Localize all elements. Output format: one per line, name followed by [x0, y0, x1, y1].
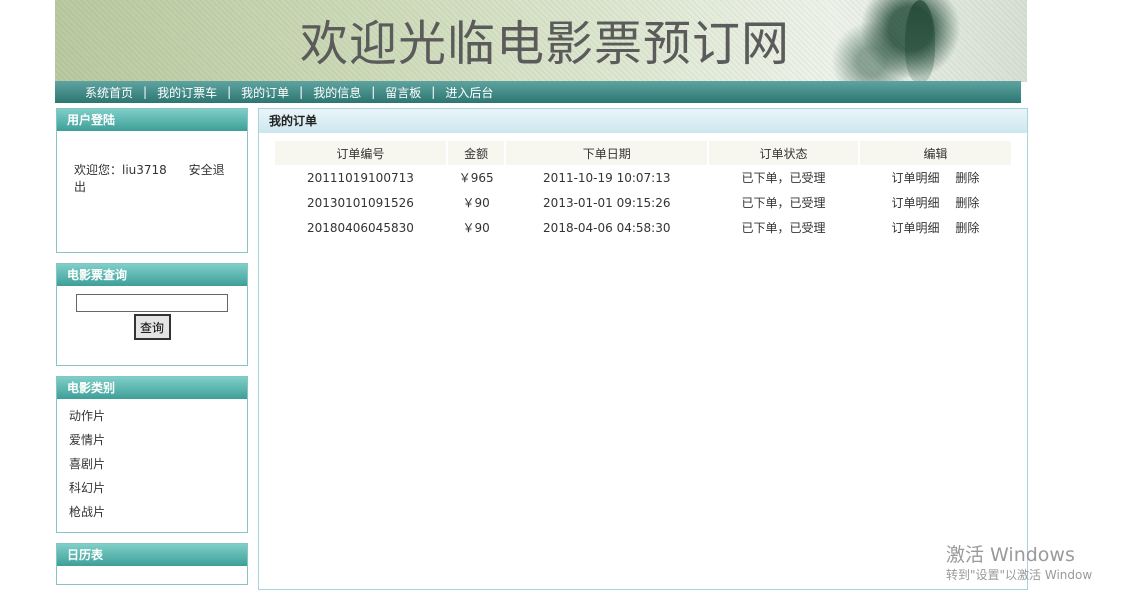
order-id: 20130101091526: [306, 195, 414, 210]
order-delete-link[interactable]: 删除: [955, 196, 979, 210]
category-item-comedy[interactable]: 喜剧片: [69, 455, 247, 479]
category-item-action[interactable]: 动作片: [69, 407, 247, 431]
nav-separator: |: [371, 85, 376, 99]
order-status: 已下单，已受理: [741, 221, 826, 235]
category-item-romance[interactable]: 爱情片: [69, 431, 247, 455]
search-input[interactable]: [76, 294, 228, 312]
orders-table: 订单编号 金额 下单日期 订单状态 编辑 20111019100713 ￥965…: [273, 141, 1013, 240]
nav-item-message-board[interactable]: 留言板: [385, 84, 421, 101]
windows-activation-hint: 转到"设置"以激活 Window: [946, 568, 1093, 582]
column-header-order-status: 订单状态: [709, 141, 858, 165]
column-header-amount: 金额: [447, 141, 505, 165]
site-banner: 欢迎光临电影票预订网: [55, 0, 1027, 82]
site-title: 欢迎光临电影票预订网: [300, 16, 791, 72]
order-delete-link[interactable]: 删除: [955, 171, 979, 185]
windows-activation-watermark: 激活 Windows: [946, 544, 1075, 566]
login-panel: 用户登陆 欢迎您：liu3718 安全退出: [56, 108, 248, 253]
order-detail-link[interactable]: 订单明细: [892, 196, 940, 210]
orders-panel: 我的订单 订单编号 金额 下单日期 订单状态 编辑 20111019100713…: [258, 108, 1028, 590]
nav-item-my-orders[interactable]: 我的订单: [241, 84, 289, 101]
order-actions: 订单明细 删除: [860, 215, 1011, 240]
table-header-row: 订单编号 金额 下单日期 订单状态 编辑: [275, 141, 1011, 165]
table-row: 20180406045830 ￥90 2018-04-06 04:58:30 已…: [275, 215, 1011, 240]
order-amount: ￥90: [462, 221, 490, 235]
category-item-gunfight[interactable]: 枪战片: [69, 503, 247, 527]
category-item-scifi[interactable]: 科幻片: [69, 479, 247, 503]
order-detail-link[interactable]: 订单明细: [892, 221, 940, 235]
login-panel-title: 用户登陆: [57, 109, 247, 131]
table-row: 20130101091526 ￥90 2013-01-01 09:15:26 已…: [275, 190, 1011, 215]
order-actions: 订单明细 删除: [860, 190, 1011, 215]
orders-panel-title: 我的订单: [259, 109, 1027, 133]
order-amount: ￥90: [462, 196, 490, 210]
search-button[interactable]: 查询: [133, 314, 171, 340]
search-panel-title: 电影票查询: [57, 264, 247, 286]
nav-item-home[interactable]: 系统首页: [85, 84, 133, 101]
order-date: 2018-04-06 04:58:30: [543, 220, 671, 235]
category-panel: 电影类别 动作片 爱情片 喜剧片 科幻片 枪战片: [56, 376, 248, 533]
nav-separator: |: [143, 85, 148, 99]
order-amount: ￥965: [458, 171, 494, 185]
banner-decoration: [905, 0, 935, 82]
order-actions: 订单明细 删除: [860, 165, 1011, 190]
nav-separator: |: [431, 85, 436, 99]
main-nav: 系统首页 | 我的订票车 | 我的订单 | 我的信息 | 留言板 | 进入后台: [55, 81, 1021, 103]
order-status: 已下单，已受理: [741, 196, 826, 210]
category-panel-title: 电影类别: [57, 377, 247, 399]
order-id: 20180406045830: [306, 220, 414, 235]
calendar-panel: 日历表: [56, 543, 248, 585]
order-detail-link[interactable]: 订单明细: [892, 171, 940, 185]
column-header-order-date: 下单日期: [506, 141, 708, 165]
welcome-text: 欢迎您：liu3718: [74, 163, 167, 177]
order-date: 2011-10-19 10:07:13: [543, 170, 671, 185]
nav-item-my-info[interactable]: 我的信息: [313, 84, 361, 101]
nav-separator: |: [227, 85, 232, 99]
column-header-order-id: 订单编号: [275, 141, 446, 165]
nav-item-admin[interactable]: 进入后台: [445, 84, 493, 101]
nav-item-ticket-cart[interactable]: 我的订票车: [157, 84, 217, 101]
ticket-search-panel: 电影票查询 查询: [56, 263, 248, 366]
order-id: 20111019100713: [306, 170, 414, 185]
order-status: 已下单，已受理: [741, 171, 826, 185]
calendar-panel-title: 日历表: [57, 544, 247, 566]
nav-separator: |: [299, 85, 304, 99]
order-delete-link[interactable]: 删除: [955, 221, 979, 235]
column-header-edit: 编辑: [859, 141, 1011, 165]
order-date: 2013-01-01 09:15:26: [543, 195, 671, 210]
table-row: 20111019100713 ￥965 2011-10-19 10:07:13 …: [275, 165, 1011, 190]
